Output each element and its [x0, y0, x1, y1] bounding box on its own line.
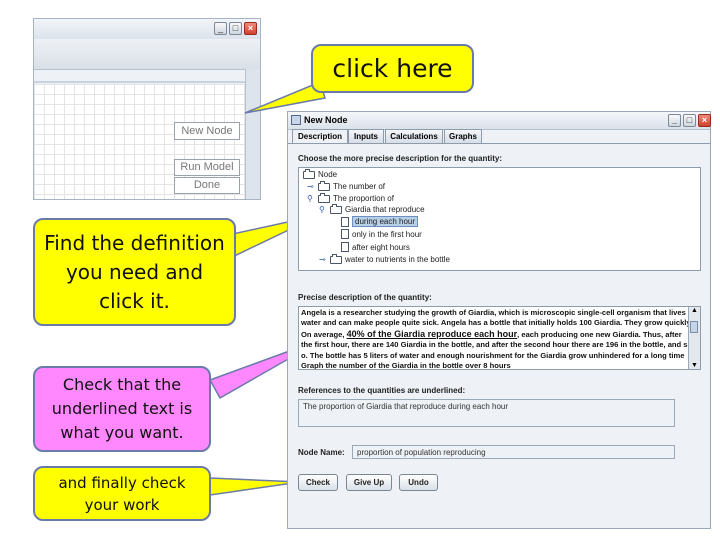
- description-line-highlight: On average, 40% of the Giardia reproduce…: [301, 328, 682, 339]
- description-scrollbar[interactable]: ▲ ▼: [688, 307, 700, 369]
- references-field: The proportion of Giardia that reproduce…: [298, 399, 675, 427]
- tree-node-proportion-of[interactable]: ⚲ The proportion of: [307, 192, 394, 203]
- precise-label: Precise description of the quantity:: [298, 293, 432, 302]
- tree-label: Node: [318, 170, 338, 179]
- node-name-label: Node Name:: [298, 448, 345, 457]
- tree-node-first-hour[interactable]: only in the first hour: [341, 229, 422, 239]
- folder-icon: [318, 180, 330, 191]
- tree-label: water to nutrients in the bottle: [345, 255, 450, 264]
- minimize-icon[interactable]: _: [668, 114, 681, 127]
- maximize-icon[interactable]: □: [683, 114, 696, 127]
- folder-icon: [330, 253, 342, 264]
- find-definition-callout: Find the definition you need and click i…: [33, 218, 236, 326]
- description-line: Graph the number of the Giardia in the b…: [301, 361, 511, 370]
- document-icon: [341, 229, 349, 239]
- give-up-button[interactable]: Give Up: [346, 474, 392, 491]
- description-line: Angela is a researcher studying the grow…: [301, 308, 686, 317]
- folder-icon: [303, 168, 315, 179]
- app-icon: [291, 115, 301, 125]
- node-name-field[interactable]: proportion of population reproducing: [352, 445, 675, 459]
- description-line: water and can make people quite sick. An…: [301, 318, 688, 328]
- tree-label: after eight hours: [352, 242, 410, 252]
- check-work-callout: and finally check your work: [33, 466, 211, 521]
- dialog-title: New Node: [304, 115, 348, 125]
- description-tree[interactable]: Node ⊸ The number of ⚲ The proportion of ⚲…: [298, 167, 701, 271]
- tree-node-after-eight-hours[interactable]: after eight hours: [341, 242, 410, 252]
- tree-label: The proportion of: [333, 194, 394, 203]
- undo-button[interactable]: Undo: [399, 474, 438, 491]
- references-label: References to the quantities are underli…: [298, 386, 466, 395]
- tree-label: Giardia that reproduce: [345, 205, 425, 214]
- description-line: o. The bottle has 5 liters of water and …: [301, 350, 685, 360]
- check-underlined-callout: Check that the underlined text is what y…: [33, 366, 211, 452]
- new-node-dialog: New Node _ □ × Description Inputs Calcul…: [287, 111, 711, 529]
- expand-icon[interactable]: ⊸: [307, 182, 315, 191]
- collapse-icon[interactable]: ⚲: [307, 194, 315, 203]
- tree-label: only in the first hour: [352, 229, 422, 239]
- collapse-icon[interactable]: ⚲: [319, 205, 327, 214]
- tree-node-giardia-reproduce[interactable]: ⚲ Giardia that reproduce: [319, 203, 425, 214]
- scroll-down-icon[interactable]: ▼: [689, 362, 700, 369]
- document-icon: [341, 242, 349, 252]
- underlined-quantity: 40% of the Giardia reproduce each hour: [346, 328, 518, 339]
- document-icon: [341, 216, 349, 227]
- check-button[interactable]: Check: [298, 474, 338, 491]
- tab-description[interactable]: Description: [292, 129, 348, 144]
- tree-node-number-of[interactable]: ⊸ The number of: [307, 180, 386, 191]
- close-icon[interactable]: ×: [698, 114, 711, 127]
- expand-icon[interactable]: ⊸: [319, 255, 327, 264]
- tab-divider: [288, 143, 710, 144]
- tree-node-water-nutrients[interactable]: ⊸ water to nutrients in the bottle: [319, 253, 450, 264]
- tab-graphs[interactable]: Graphs: [444, 129, 482, 143]
- scroll-thumb[interactable]: [690, 321, 698, 333]
- folder-icon: [318, 192, 330, 203]
- tree-node-during-each-hour[interactable]: during each hour: [341, 216, 419, 227]
- tree-node-root[interactable]: Node: [303, 168, 338, 179]
- tree-label-selected: during each hour: [352, 216, 419, 227]
- dialog-title-bar: New Node _ □ ×: [288, 112, 711, 130]
- folder-icon: [330, 203, 342, 214]
- choose-label: Choose the more precise description for …: [298, 154, 503, 163]
- tree-label: The number of: [333, 182, 386, 191]
- tab-calculations[interactable]: Calculations: [385, 129, 443, 143]
- description-line: the first hour, there are 140 Giardia in…: [301, 340, 688, 350]
- scroll-up-icon[interactable]: ▲: [689, 307, 700, 314]
- click-here-callout: click here: [311, 44, 474, 93]
- precise-description-text[interactable]: Angela is a researcher studying the grow…: [298, 306, 701, 370]
- tab-inputs[interactable]: Inputs: [348, 129, 384, 143]
